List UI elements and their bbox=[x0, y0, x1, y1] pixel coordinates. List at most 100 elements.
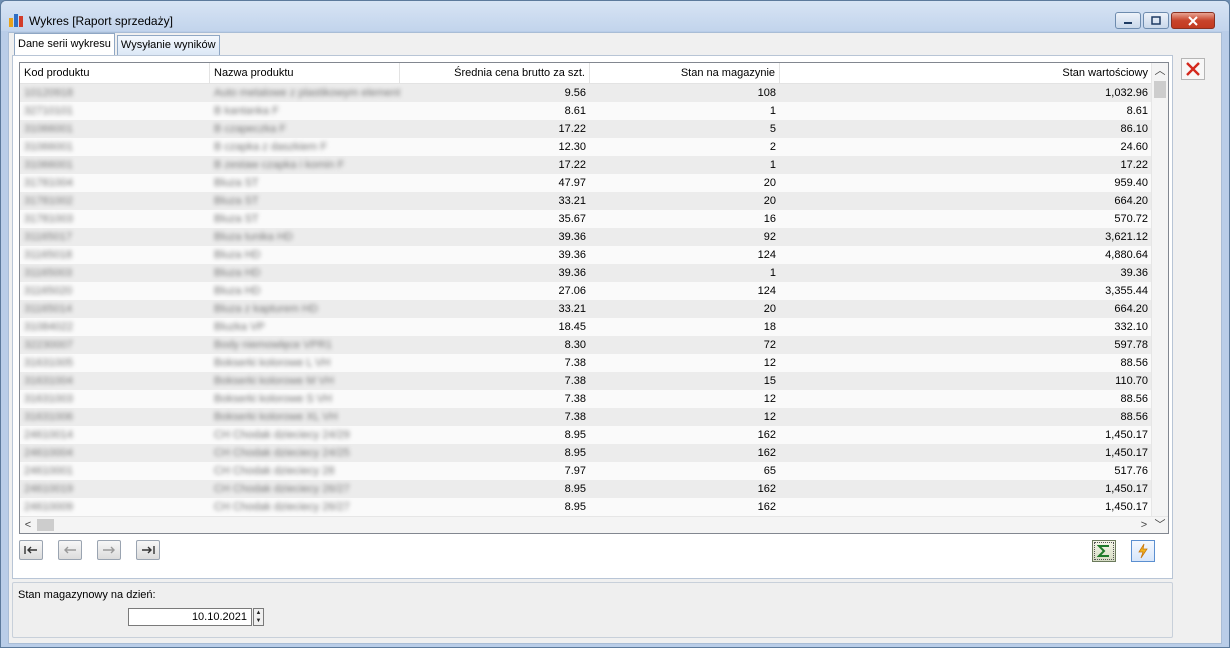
table-row[interactable]: 32230007 Body niemowlęce VPR1 8.30 72 597.78 bbox=[20, 336, 1152, 354]
spin-down-icon[interactable]: ▼ bbox=[254, 617, 263, 625]
last-record-button[interactable] bbox=[136, 540, 160, 560]
cell-stock-value: 1,450.17 bbox=[1105, 483, 1148, 495]
vertical-scroll-thumb[interactable] bbox=[1154, 81, 1166, 98]
cell-code: 31165003 bbox=[24, 267, 73, 279]
table-row[interactable]: 31066001 B czapeczka F 17.22 5 86.10 bbox=[20, 120, 1152, 138]
close-report-button[interactable] bbox=[1181, 58, 1205, 80]
cell-code: 24610001 bbox=[24, 465, 73, 477]
tab-send-results[interactable]: Wysyłanie wyników bbox=[116, 35, 220, 55]
cell-stock-value: 1,450.17 bbox=[1105, 447, 1148, 459]
previous-record-icon bbox=[64, 546, 76, 554]
column-header-avg-price[interactable]: Średnia cena brutto za szt. bbox=[400, 63, 590, 83]
cell-stock-qty: 12 bbox=[763, 357, 776, 369]
cell-stock-qty: 18 bbox=[763, 321, 776, 333]
vertical-scrollbar[interactable]: ︿ bbox=[1151, 63, 1168, 517]
cell-name: Body niemowlęce VPR1 bbox=[214, 339, 333, 351]
table-row[interactable]: 24610001 CH Chodak dzieciecy 28 7.97 65 517.… bbox=[20, 462, 1152, 480]
table-row[interactable]: 31631006 Bokserki kolorowe XL VH 7.38 12 88.… bbox=[20, 408, 1152, 426]
client-area: Dane serii wykresu Wysyłanie wyników Kod… bbox=[8, 32, 1222, 644]
column-header-stock-qty[interactable]: Stan na magazynie bbox=[590, 63, 780, 83]
cell-code: 31066001 bbox=[24, 159, 73, 171]
cell-code: 31631004 bbox=[24, 375, 73, 387]
cell-stock-qty: 2 bbox=[769, 141, 776, 153]
cell-code: 24610019 bbox=[24, 483, 73, 495]
cell-name: Bluza ST bbox=[214, 177, 259, 189]
table-row[interactable]: 31066001 B zestaw czapka i komin F 17.22 1 1… bbox=[20, 156, 1152, 174]
table-row[interactable]: 10120918 Auto metalowe z plastikowym elem… bbox=[20, 84, 1152, 102]
sum-button[interactable] bbox=[1092, 540, 1116, 562]
table-row[interactable]: 31631005 Bokserki kolorowe L VH 7.38 12 88.5… bbox=[20, 354, 1152, 372]
table-row[interactable]: 24610014 CH Chodak dzieciecy 24/29 8.95 162… bbox=[20, 426, 1152, 444]
maximize-icon bbox=[1151, 16, 1161, 25]
column-header-name[interactable]: Nazwa produktu bbox=[210, 63, 400, 83]
chart-app-icon bbox=[9, 14, 23, 27]
column-header-code[interactable]: Kod produktu bbox=[20, 63, 210, 83]
cell-name: CH Chodak dzieciecy 26/27 bbox=[214, 483, 350, 495]
table-row[interactable]: 31165020 Bluza HD 27.06 124 3,355.44 bbox=[20, 282, 1152, 300]
window-close-button[interactable] bbox=[1171, 12, 1215, 29]
cell-code: 31165020 bbox=[24, 285, 73, 297]
horizontal-scroll-thumb[interactable] bbox=[37, 519, 54, 531]
cell-code: 24610014 bbox=[24, 429, 73, 441]
scroll-up-icon[interactable]: ︿ bbox=[1152, 63, 1168, 79]
stock-date-input[interactable]: 10.10.2021 bbox=[128, 608, 252, 626]
cell-stock-qty: 72 bbox=[763, 339, 776, 351]
table-row[interactable]: 31165003 Bluza HD 39.36 1 39.36 bbox=[20, 264, 1152, 282]
cell-name: B czapeczka F bbox=[214, 123, 287, 135]
table-row[interactable]: 31165014 Bluza z kapturem HD 33.21 20 664.20 bbox=[20, 300, 1152, 318]
cell-code: 31165017 bbox=[24, 231, 73, 243]
scroll-down-icon[interactable]: ﹀ bbox=[1152, 517, 1168, 533]
cell-name: CH Chodak dzieciecy 24/29 bbox=[214, 429, 350, 441]
horizontal-scrollbar[interactable]: < > ﹀ bbox=[20, 516, 1168, 533]
cell-avg-price: 47.97 bbox=[558, 177, 586, 189]
table-row[interactable]: 31066001 B czapka z daszkiem F 12.30 2 24.60 bbox=[20, 138, 1152, 156]
cell-avg-price: 33.21 bbox=[558, 195, 586, 207]
cell-code: 31631003 bbox=[24, 393, 73, 405]
table-row[interactable]: 32710101 B kantanka F 8.61 1 8.61 bbox=[20, 102, 1152, 120]
table-row[interactable]: 31631004 Bokserki kolorowe M VH 7.38 15 110.… bbox=[20, 372, 1152, 390]
cell-stock-qty: 1 bbox=[769, 159, 776, 171]
cell-stock-value: 664.20 bbox=[1114, 195, 1148, 207]
cell-stock-qty: 65 bbox=[763, 465, 776, 477]
refresh-button[interactable] bbox=[1131, 540, 1155, 562]
cell-name: B czapka z daszkiem F bbox=[214, 141, 328, 153]
cell-stock-qty: 16 bbox=[763, 213, 776, 225]
next-record-icon bbox=[103, 546, 115, 554]
cell-stock-value: 959.40 bbox=[1114, 177, 1148, 189]
table-row[interactable]: 24610009 CH Chodak dzieciecy 26/27 8.95 162… bbox=[20, 498, 1152, 516]
maximize-button[interactable] bbox=[1143, 12, 1169, 29]
first-record-button[interactable] bbox=[19, 540, 43, 560]
table-row[interactable]: 31084022 Bluzka VP 18.45 18 332.10 bbox=[20, 318, 1152, 336]
series-data-panel: Kod produktu Nazwa produktu Średnia cena… bbox=[12, 55, 1173, 579]
date-spinner[interactable]: ▲ ▼ bbox=[253, 608, 264, 626]
tab-strip: Dane serii wykresu Wysyłanie wyników bbox=[14, 33, 222, 55]
spin-up-icon[interactable]: ▲ bbox=[254, 609, 263, 617]
cell-stock-value: 88.56 bbox=[1120, 393, 1148, 405]
cell-stock-qty: 162 bbox=[757, 501, 776, 513]
next-record-button[interactable] bbox=[97, 540, 121, 560]
table-row[interactable]: 31165017 Bluza tunika HD 39.36 92 3,621.12 bbox=[20, 228, 1152, 246]
table-row[interactable]: 24610004 CH Chodak dzieciecy 24/25 8.95 162… bbox=[20, 444, 1152, 462]
cell-name: CH Chodak dzieciecy 28 bbox=[214, 465, 335, 477]
cell-stock-value: 4,880.64 bbox=[1105, 249, 1148, 261]
scroll-right-icon[interactable]: > bbox=[1136, 517, 1152, 533]
cell-stock-qty: 20 bbox=[763, 177, 776, 189]
table-row[interactable]: 31631003 Bokserki kolorowe S VH 7.38 12 88.5… bbox=[20, 390, 1152, 408]
column-header-stock-value[interactable]: Stan wartościowy bbox=[780, 63, 1152, 83]
minimize-button[interactable] bbox=[1115, 12, 1141, 29]
table-row[interactable]: 24610019 CH Chodak dzieciecy 26/27 8.95 162… bbox=[20, 480, 1152, 498]
table-row[interactable]: 31781003 Bluza ST 35.67 16 570.72 bbox=[20, 210, 1152, 228]
tab-series-data[interactable]: Dane serii wykresu bbox=[14, 33, 115, 55]
record-navigation bbox=[19, 540, 175, 560]
previous-record-button[interactable] bbox=[58, 540, 82, 560]
cell-name: Auto metalowe z plastikowym elementem bbox=[214, 87, 400, 99]
data-grid: Kod produktu Nazwa produktu Średnia cena… bbox=[19, 62, 1169, 534]
cell-avg-price: 7.38 bbox=[564, 411, 586, 423]
table-row[interactable]: 31165018 Bluza HD 39.36 124 4,880.64 bbox=[20, 246, 1152, 264]
table-row[interactable]: 31781004 Bluza ST 47.97 20 959.40 bbox=[20, 174, 1152, 192]
table-row[interactable]: 31781002 Bluza ST 33.21 20 664.20 bbox=[20, 192, 1152, 210]
cell-avg-price: 18.45 bbox=[558, 321, 586, 333]
cell-stock-value: 597.78 bbox=[1114, 339, 1148, 351]
cell-code: 31631005 bbox=[24, 357, 73, 369]
scroll-left-icon[interactable]: < bbox=[20, 517, 36, 533]
